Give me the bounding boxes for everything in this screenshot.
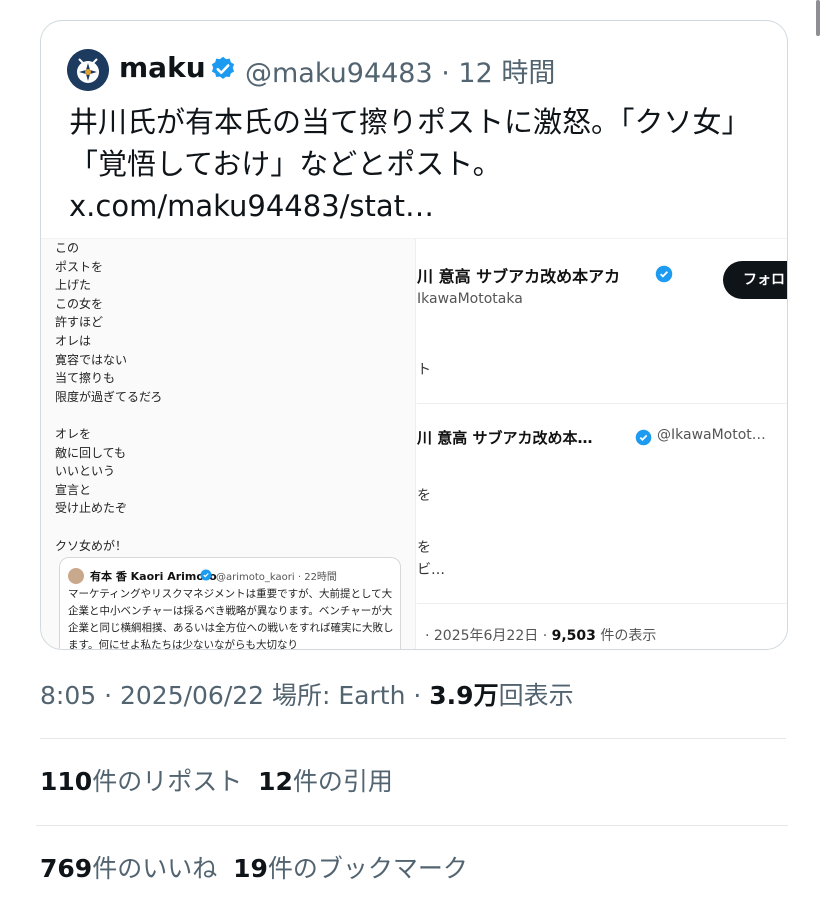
post-meta: 8:05 · 2025/06/22 場所: Earth · 3.9万回表示	[40, 676, 574, 712]
follow-button: フォロ	[723, 261, 787, 299]
verified-badge-icon	[655, 265, 673, 283]
text-fragment: ト	[417, 362, 431, 378]
scrollbar[interactable]	[816, 0, 820, 36]
avatar[interactable]	[67, 49, 109, 91]
divider	[417, 603, 787, 604]
verified-badge-icon	[211, 56, 235, 79]
view-count: 3.9万	[429, 681, 499, 710]
profile-handle: IkawaMototaka	[417, 291, 523, 307]
quoted-media[interactable]: この ポストを 上げた この女を 許すほど オレは 寛容ではない 当て擦りも 限…	[41, 238, 787, 650]
post-meta-inner: · 2025年6月22日 · 9,503 件の表示	[425, 628, 657, 644]
bookmarks-link[interactable]: 19件のブックマーク	[233, 854, 468, 883]
embedded-post-text: マーケティングやリスクマネジメントは重要ですが、大前提として大企業と中小ベンチャ…	[68, 588, 394, 650]
view-label: 回表示	[498, 681, 574, 710]
text-fragment: を	[417, 488, 431, 504]
embedded-author-handle: @arimoto_kaori · 22時間	[216, 572, 337, 583]
likes-bookmarks-row: 769件のいいね 19件のブックマーク	[40, 849, 468, 885]
quoted-post-text: 井川氏が有本氏の当て擦りポストに激怒。「クソ女」「覚悟しておけ」などとポスト。 …	[69, 105, 751, 223]
profile-handle-2: @IkawaMotot…	[657, 427, 766, 443]
quoted-post-card[interactable]: maku @maku94483 · 12 時間 井川氏が有本氏の当て擦りポストに…	[40, 20, 788, 650]
quotes-link[interactable]: 12件の引用	[258, 767, 393, 796]
post-time-date-place[interactable]: 8:05 · 2025/06/22 場所: Earth ·	[40, 681, 429, 710]
verified-badge-icon	[200, 569, 212, 581]
embedded-author-name: 有本 香 Kaori Arimoto	[90, 570, 217, 583]
quoted-author-handle-time[interactable]: @maku94483 · 12 時間	[245, 51, 555, 90]
text-fragment: ビ…	[417, 562, 445, 578]
likes-link[interactable]: 769件のいいね	[40, 854, 217, 883]
reposts-link[interactable]: 110件のリポスト	[40, 767, 242, 796]
text-fragment: を	[417, 540, 431, 556]
profile-name-2: 川 意高 サブアカ改め本…	[417, 429, 593, 447]
embedded-avatar	[68, 568, 84, 584]
quoted-author-name[interactable]: maku	[119, 51, 206, 84]
divider	[40, 738, 786, 739]
embedded-post-card: 有本 香 Kaori Arimoto @arimoto_kaori · 22時間…	[59, 557, 401, 650]
media-image-left[interactable]: この ポストを 上げた この女を 許すほど オレは 寛容ではない 当て擦りも 限…	[41, 239, 415, 650]
verified-badge-icon	[635, 429, 652, 446]
divider	[36, 825, 788, 826]
media-divider	[415, 239, 416, 649]
reposts-quotes-row: 110件のリポスト 12件の引用	[40, 762, 393, 798]
avatar-image-icon	[67, 49, 109, 91]
poem-text: この ポストを 上げた この女を 許すほど オレは 寛容ではない 当て擦りも 限…	[55, 241, 163, 553]
media-image-right[interactable]: 川 意高 サブアカ改め本アカ IkawaMototaka フォロ ト 川 意高 …	[417, 239, 787, 649]
divider	[417, 403, 787, 404]
profile-name: 川 意高 サブアカ改め本アカ	[417, 267, 621, 286]
